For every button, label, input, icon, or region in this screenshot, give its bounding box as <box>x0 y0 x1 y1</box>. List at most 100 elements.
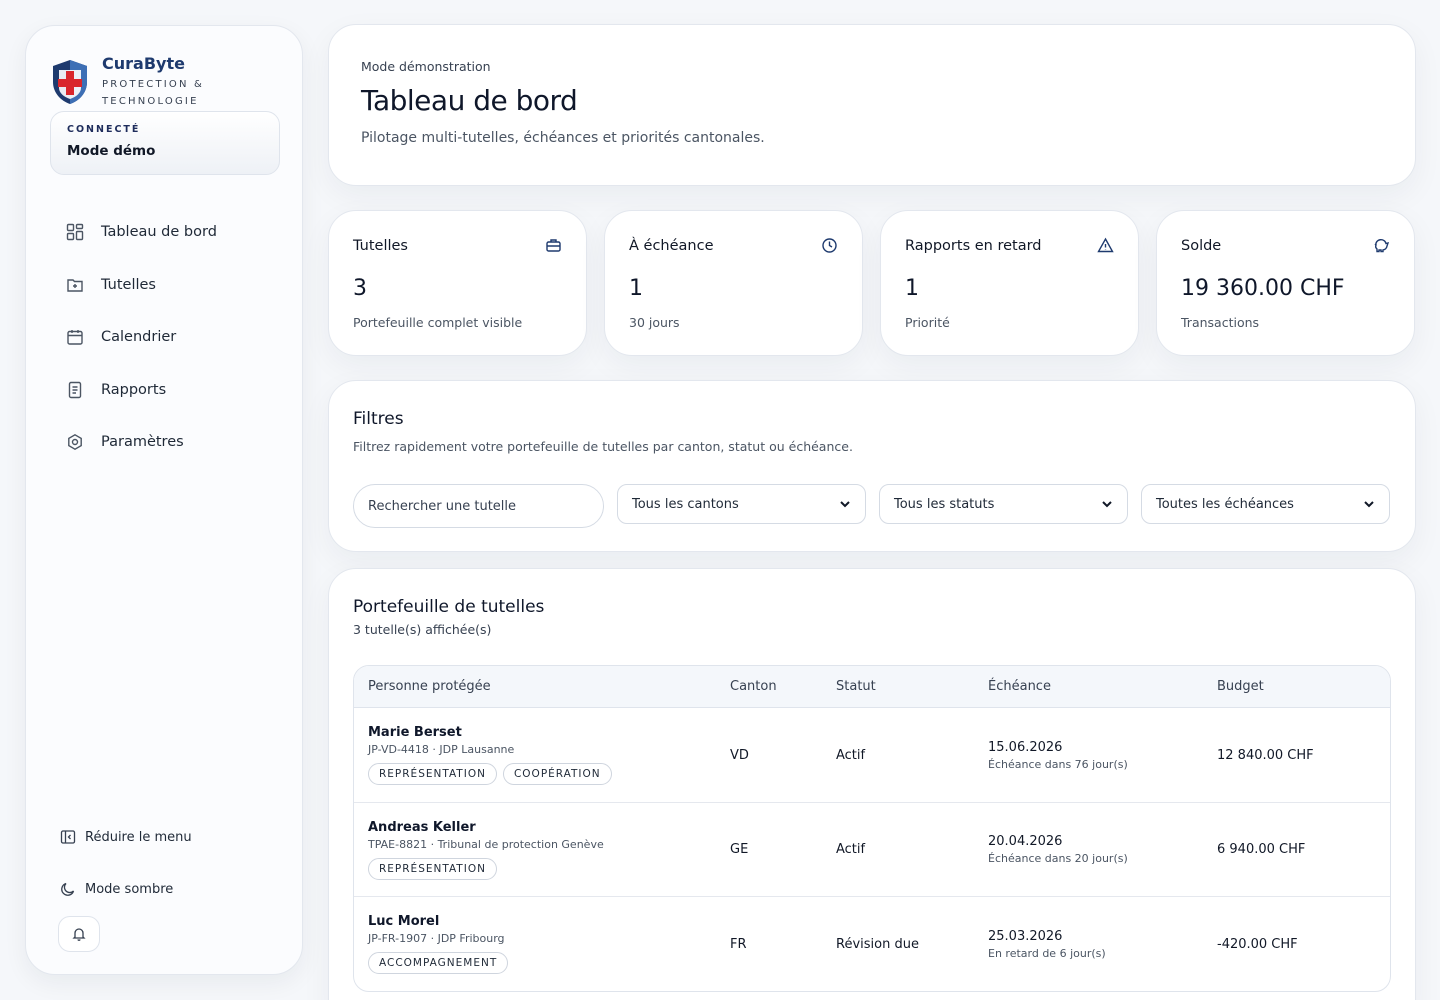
mandate-tag: REPRÉSENTATION <box>368 763 497 785</box>
sidebar-item-label: Paramètres <box>101 434 184 451</box>
mandate-tag: COOPÉRATION <box>502 763 612 785</box>
person-name: Luc Morel <box>368 914 440 929</box>
dark-mode-label: Mode sombre <box>85 881 174 897</box>
due-select-value: Toutes les échéances <box>1156 496 1294 512</box>
budget-cell: 6 940.00 CHF <box>1217 842 1306 857</box>
status-cell: Actif <box>836 842 866 857</box>
bell-icon <box>72 928 86 941</box>
column-header[interactable]: Budget <box>1217 679 1387 694</box>
folder-plus-icon <box>67 279 83 292</box>
sidebar-item-dashboard[interactable]: Tableau de bord <box>50 206 280 259</box>
status-cell: Actif <box>836 747 866 763</box>
person-ref: JP-VD-4418 · JDP Lausanne <box>368 743 515 756</box>
stat-value: 3 <box>353 276 367 301</box>
table-row[interactable]: Andreas Keller TPAE-8821 · Tribunal de p… <box>354 803 1390 897</box>
stat-label: Tutelles <box>353 237 408 254</box>
due-select[interactable]: Toutes les échéances <box>1141 484 1390 524</box>
due-note: En retard de 6 jour(s) <box>988 946 1106 960</box>
session-card: CONNECTÉ Mode démo <box>50 111 280 175</box>
page-subtitle: Pilotage multi-tutelles, échéances et pr… <box>361 130 765 146</box>
sidebar-nav: Tableau de bord Tutelles Calendrier Rapp… <box>50 206 280 469</box>
due-note: Échéance dans 20 jour(s) <box>988 852 1128 865</box>
sidebar-item-label: Tableau de bord <box>101 224 217 241</box>
sidebar-item-tutelles[interactable]: Tutelles <box>50 259 280 312</box>
stat-foot: Transactions <box>1181 315 1260 330</box>
stat-card-tutelles: Tutelles 3 Portefeuille complet visible <box>328 210 587 356</box>
dashboard-icon <box>66 224 84 241</box>
budget-cell: 12 840.00 CHF <box>1217 747 1314 763</box>
mandate-tag: ACCOMPAGNEMENT <box>368 952 509 974</box>
stat-value: 1 <box>905 276 919 301</box>
portfolio-table: Personne protégée Canton Statut Échéance… <box>353 665 1391 992</box>
sidebar-item-label: Rapports <box>101 381 167 398</box>
due-date: 20.04.2026 <box>988 834 1063 849</box>
canton-select[interactable]: Tous les cantons <box>617 484 866 524</box>
settings-icon <box>68 434 82 451</box>
sidebar-item-rapports[interactable]: Rapports <box>50 364 280 417</box>
due-note: Échéance dans 76 jour(s) <box>988 757 1128 771</box>
collapse-menu-button[interactable]: Réduire le menu <box>60 811 192 863</box>
column-header[interactable]: Personne protégée <box>354 679 730 694</box>
stat-card-solde: Solde 19 360.00 CHF Transactions <box>1156 210 1415 356</box>
table-row[interactable]: Luc Morel JP-FR-1907 · JDP Fribourg ACCO… <box>354 897 1390 991</box>
due-date: 25.03.2026 <box>988 928 1063 944</box>
table-row[interactable]: Marie Berset JP-VD-4418 · JDP Lausanne R… <box>354 708 1390 803</box>
person-ref: TPAE-8821 · Tribunal de protection Genèv… <box>368 837 604 851</box>
budget-cell: -420.00 CHF <box>1217 936 1298 952</box>
moon-icon <box>61 882 75 896</box>
briefcase-icon <box>546 239 561 252</box>
chevron-down-icon <box>1364 501 1374 508</box>
session-value: Mode démo <box>67 143 156 159</box>
due-date: 15.06.2026 <box>988 739 1063 755</box>
canton-cell: FR <box>730 936 747 952</box>
stat-label: Rapports en retard <box>905 237 1042 254</box>
filter-row: Tous les cantons Tous les statuts Toutes… <box>353 484 1391 528</box>
stat-card-rapports: Rapports en retard 1 Priorité <box>880 210 1139 356</box>
filters-title: Filtres <box>353 409 404 429</box>
piggy-bank-icon <box>1374 238 1390 253</box>
collapse-menu-label: Réduire le menu <box>85 829 192 845</box>
canton-cell: GE <box>730 842 749 857</box>
collapse-icon <box>60 830 76 844</box>
canton-select-value: Tous les cantons <box>632 496 739 512</box>
stat-foot: Priorité <box>905 315 950 330</box>
warning-icon <box>1097 237 1114 253</box>
filters-card: Filtres Filtrez rapidement votre portefe… <box>328 380 1416 552</box>
sidebar-item-label: Calendrier <box>101 329 177 346</box>
stat-value: 19 360.00 CHF <box>1181 276 1345 301</box>
chevron-down-icon <box>1102 501 1112 508</box>
status-select[interactable]: Tous les statuts <box>879 484 1128 524</box>
sidebar-item-calendrier[interactable]: Calendrier <box>50 311 280 364</box>
notifications-button[interactable] <box>58 916 100 952</box>
brand[interactable]: CuraByte PROTECTION & TECHNOLOGIE <box>50 54 212 110</box>
portfolio-card: Portefeuille de tutelles 3 tutelle(s) af… <box>328 568 1416 1000</box>
hero-card: Mode démonstration Tableau de bord Pilot… <box>328 24 1416 186</box>
hero-eyebrow: Mode démonstration <box>361 59 491 74</box>
filters-subtitle: Filtrez rapidement votre portefeuille de… <box>353 439 853 454</box>
document-icon <box>68 381 82 398</box>
column-header[interactable]: Statut <box>836 679 988 694</box>
person-name: Andreas Keller <box>368 819 476 835</box>
page-title: Tableau de bord <box>361 84 578 117</box>
column-header[interactable]: Canton <box>730 679 836 694</box>
clock-icon <box>822 238 837 253</box>
stat-label: À échéance <box>629 237 714 254</box>
sidebar-item-parametres[interactable]: Paramètres <box>50 416 280 469</box>
canton-cell: VD <box>730 747 749 763</box>
session-label: CONNECTÉ <box>67 124 141 135</box>
calendar-icon <box>67 330 83 345</box>
shield-logo-icon <box>53 60 87 104</box>
stat-label: Solde <box>1181 237 1222 254</box>
person-name: Marie Berset <box>368 725 462 740</box>
column-header[interactable]: Échéance <box>988 679 1217 694</box>
portfolio-count: 3 tutelle(s) affichée(s) <box>353 622 492 637</box>
mandate-tag: REPRÉSENTATION <box>368 857 497 880</box>
search-input[interactable] <box>353 484 604 528</box>
stat-card-echeance: À échéance 1 30 jours <box>604 210 863 356</box>
chevron-down-icon <box>840 501 850 508</box>
dark-mode-button[interactable]: Mode sombre <box>60 863 192 915</box>
brand-tagline: PROTECTION & TECHNOLOGIE <box>102 79 205 107</box>
portfolio-title: Portefeuille de tutelles <box>353 597 545 617</box>
brand-name: CuraByte <box>102 54 185 73</box>
status-select-value: Tous les statuts <box>894 496 995 512</box>
